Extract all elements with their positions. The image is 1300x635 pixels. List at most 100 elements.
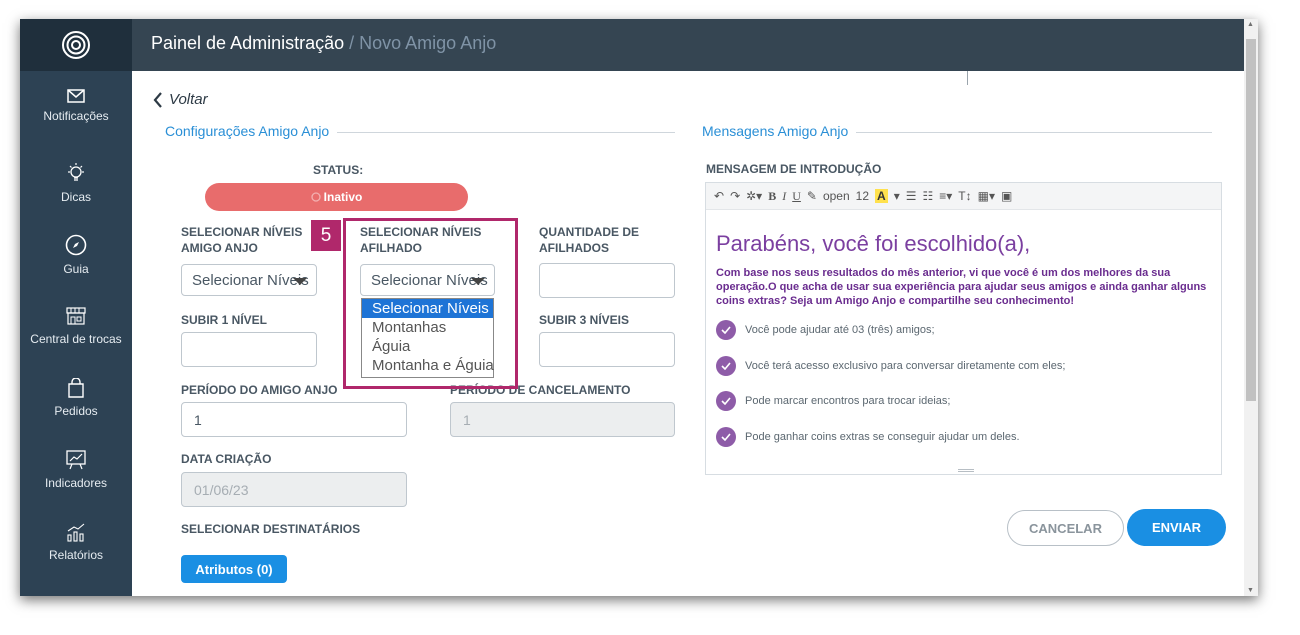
subir1-input[interactable] — [181, 332, 317, 367]
sidebar-item-label: Indicadores — [44, 476, 108, 490]
sidebar-item-label: Relatórios — [48, 548, 104, 562]
breadcrumb: Painel de Administração / Novo Amigo Anj… — [151, 33, 496, 54]
sidebar-item-central-de-trocas[interactable]: Central de trocas — [20, 306, 132, 372]
scroll-down-icon[interactable]: ▼ — [1247, 587, 1254, 594]
periodo-input[interactable]: 1 — [181, 402, 407, 437]
rich-text-editor[interactable]: ↶ ↷ ✲▾ B I U ✎ open 12 A ▾ ☰ ☷ ≡▾ T↕ ▦▾ … — [705, 182, 1222, 475]
cancel-button[interactable]: CANCELAR — [1007, 510, 1124, 546]
status-value: Inativo — [323, 190, 363, 204]
sidebar-item-notificacoes[interactable]: Notificações — [20, 89, 132, 155]
message-bullet: Pode ganhar coins extras se conseguir aj… — [716, 427, 1020, 447]
status-label: STATUS: — [313, 163, 364, 177]
underline-button[interactable]: U — [792, 189, 801, 204]
eraser-icon[interactable]: ✎ — [807, 189, 817, 203]
store-icon — [66, 307, 86, 325]
back-label: Voltar — [169, 91, 208, 108]
sidebar-item-guia[interactable]: Guia — [20, 234, 132, 300]
message-bullet: Você pode ajudar até 03 (três) amigos; — [716, 320, 935, 340]
data-criacao-label: DATA CRIAÇÃO — [181, 452, 272, 466]
bullet-text: Pode ganhar coins extras se conseguir aj… — [745, 431, 1020, 443]
config-section-title: Configurações Amigo Anjo — [165, 123, 338, 139]
lightbulb-icon — [68, 163, 84, 181]
envelope-icon — [67, 89, 85, 103]
destinatarios-label: SELECIONAR DESTINATÁRIOS — [181, 522, 361, 536]
intro-message-label: MENSAGEM DE INTRODUÇÃO — [706, 162, 882, 176]
app-logo[interactable] — [20, 19, 132, 71]
sidebar-item-label: Notificações — [43, 109, 109, 123]
scrollbar[interactable]: ▲ ▼ — [1244, 19, 1258, 596]
table-icon[interactable]: ▦▾ — [978, 189, 995, 203]
top-header: Painel de Administração / Novo Amigo Anj… — [132, 19, 1244, 71]
compass-icon — [65, 234, 87, 256]
align-icon[interactable]: ≡▾ — [939, 189, 952, 203]
resize-handle[interactable] — [958, 469, 974, 470]
sidebar-item-label: Guia — [63, 262, 89, 276]
resize-handle[interactable] — [958, 471, 974, 472]
send-button[interactable]: ENVIAR — [1127, 509, 1226, 546]
chevron-left-icon — [153, 91, 162, 108]
sidebar-item-label: Pedidos — [54, 404, 98, 418]
quantidade-input[interactable] — [539, 263, 675, 298]
message-heading: Parabéns, você foi escolhido(a), — [716, 231, 1031, 256]
app-window: Notificações Dicas Guia Central de troca… — [20, 19, 1258, 596]
breadcrumb-root[interactable]: Painel de Administração — [151, 33, 344, 53]
subir1-label: SUBIR 1 NÍVEL — [181, 313, 268, 327]
sidebar-item-relatorios[interactable]: Relatórios — [20, 522, 132, 588]
logo-icon — [62, 31, 90, 59]
bullet-text: Você terá acesso exclusivo para conversa… — [745, 360, 1066, 372]
message-intro-text: Com base nos seus resultados do mês ante… — [716, 267, 1207, 307]
check-circle-icon — [716, 356, 736, 376]
font-family-select[interactable]: open — [823, 189, 850, 203]
periodo-label: PERÍODO DO AMIGO ANJO — [181, 383, 338, 397]
step-badge: 5 — [311, 220, 341, 251]
data-criacao-value: 01/06/23 — [194, 481, 249, 498]
sidebar-item-indicadores[interactable]: Indicadores — [20, 450, 132, 516]
niveis-amigo-select[interactable]: Selecionar Níveis — [181, 264, 317, 296]
subir3-input[interactable] — [539, 332, 675, 367]
messages-section-title: Mensagens Amigo Anjo — [702, 123, 857, 139]
back-link[interactable]: Voltar — [153, 91, 208, 108]
breadcrumb-separator: / — [344, 33, 360, 53]
cancelamento-input: 1 — [450, 402, 675, 437]
status-toggle[interactable]: Inativo — [205, 183, 468, 211]
niveis-amigo-label: SELECIONAR NÍVEIS AMIGO ANJO — [181, 225, 303, 255]
subir3-label: SUBIR 3 NÍVEIS — [539, 313, 630, 327]
atributos-button[interactable]: Atributos (0) — [181, 555, 287, 583]
ordered-list-icon[interactable]: ☷ — [922, 189, 933, 203]
scrollbar-thumb[interactable] — [1246, 39, 1256, 401]
chevron-down-icon — [293, 278, 307, 285]
sidebar-item-pedidos[interactable]: Pedidos — [20, 378, 132, 444]
magic-wand-icon[interactable]: ✲▾ — [746, 189, 762, 203]
chevron-down-icon[interactable]: ▾ — [894, 189, 900, 203]
chart-board-icon — [66, 450, 86, 470]
sidebar-item-label: Central de trocas — [30, 332, 122, 346]
italic-button[interactable]: I — [782, 189, 786, 204]
editor-toolbar: ↶ ↷ ✲▾ B I U ✎ open 12 A ▾ ☰ ☷ ≡▾ T↕ ▦▾ … — [706, 183, 1221, 210]
check-circle-icon — [716, 427, 736, 447]
breadcrumb-current: Novo Amigo Anjo — [359, 33, 497, 53]
shopping-bag-icon — [68, 378, 84, 398]
highlight-color-button[interactable]: A — [875, 189, 888, 203]
sidebar-item-dicas[interactable]: Dicas — [20, 162, 132, 228]
bold-button[interactable]: B — [768, 189, 776, 204]
check-circle-icon — [716, 391, 736, 411]
bullet-text: Pode marcar encontros para trocar ideias… — [745, 395, 951, 407]
check-circle-icon — [716, 320, 736, 340]
undo-icon[interactable]: ↶ — [714, 189, 724, 203]
report-chart-icon — [67, 523, 85, 542]
message-bullet: Você terá acesso exclusivo para conversa… — [716, 356, 1065, 376]
image-icon[interactable]: ▣ — [1001, 189, 1012, 203]
cancelamento-value: 1 — [463, 411, 471, 428]
tutorial-highlight-box — [343, 218, 518, 389]
periodo-value: 1 — [194, 411, 202, 428]
quantidade-label: QUANTIDADE DE AFILHADOS — [539, 225, 640, 255]
divider — [967, 71, 968, 85]
unordered-list-icon[interactable]: ☰ — [906, 189, 917, 203]
scroll-up-icon[interactable]: ▲ — [1247, 21, 1254, 28]
power-icon — [311, 192, 321, 202]
font-size-select[interactable]: 12 — [856, 189, 869, 203]
redo-icon[interactable]: ↷ — [730, 189, 740, 203]
data-criacao-input: 01/06/23 — [181, 472, 407, 507]
sidebar: Notificações Dicas Guia Central de troca… — [20, 19, 132, 596]
text-size-button[interactable]: T↕ — [958, 189, 971, 203]
